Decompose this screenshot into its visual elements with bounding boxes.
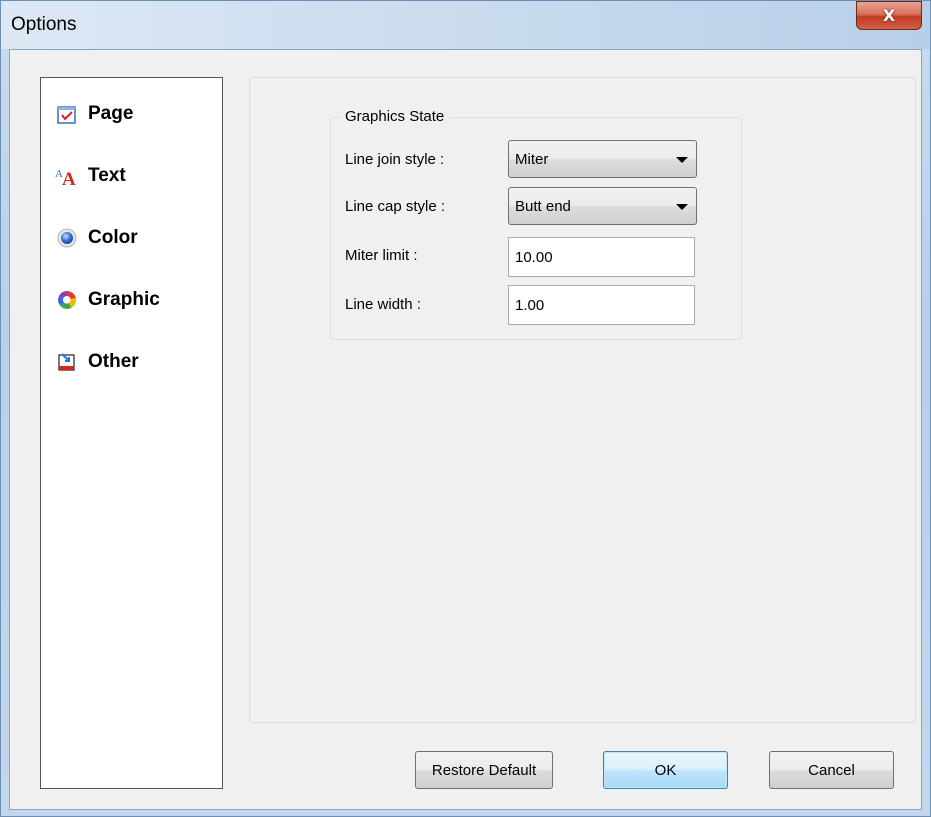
color-icon xyxy=(55,226,79,250)
window-title: Options xyxy=(11,14,77,35)
line-cap-select[interactable]: Butt end xyxy=(508,187,697,225)
graphic-icon xyxy=(55,288,79,312)
category-list: Page A A Text Color Graphic Other xyxy=(40,77,223,789)
page-icon xyxy=(55,102,79,126)
sidebar-item-label: Graphic xyxy=(88,289,160,310)
sidebar-item-page[interactable]: Page xyxy=(55,100,133,128)
line-join-value: Miter xyxy=(515,151,549,168)
sidebar-item-label: Text xyxy=(88,165,126,186)
text-icon: A A xyxy=(55,164,79,188)
miter-limit-label: Miter limit : xyxy=(345,247,418,264)
line-join-label: Line join style : xyxy=(345,151,445,168)
options-dialog: Options X Page A A Text Color Graphic Ot… xyxy=(0,0,931,817)
text-icon-large-glyph: A xyxy=(62,169,76,187)
chevron-down-icon xyxy=(676,204,688,210)
sidebar-item-label: Other xyxy=(88,351,139,372)
line-join-select[interactable]: Miter xyxy=(508,140,697,178)
sidebar-item-label: Page xyxy=(88,103,134,124)
line-width-label: Line width : xyxy=(345,296,421,313)
close-icon: X xyxy=(882,6,896,25)
sidebar-item-graphic[interactable]: Graphic xyxy=(55,286,160,314)
ok-button[interactable]: OK xyxy=(603,751,728,789)
restore-default-button[interactable]: Restore Default xyxy=(415,751,553,789)
graphics-state-group: Graphics State Line join style : Miter L… xyxy=(330,108,742,340)
sidebar-item-text[interactable]: A A Text xyxy=(55,162,126,190)
group-title: Graphics State xyxy=(340,108,450,125)
settings-panel: Graphics State Line join style : Miter L… xyxy=(249,77,916,723)
sidebar-item-label: Color xyxy=(88,227,138,248)
miter-limit-input[interactable] xyxy=(509,238,694,276)
line-cap-label: Line cap style : xyxy=(345,198,446,215)
other-icon xyxy=(55,350,79,374)
dialog-client-area: Page A A Text Color Graphic Other Graphi… xyxy=(9,49,922,810)
title-bar[interactable]: Options X xyxy=(1,1,930,49)
line-width-input[interactable] xyxy=(509,286,694,324)
close-button[interactable]: X xyxy=(856,1,922,30)
chevron-down-icon xyxy=(676,157,688,163)
sidebar-item-other[interactable]: Other xyxy=(55,348,139,376)
sidebar-item-color[interactable]: Color xyxy=(55,224,138,252)
line-cap-value: Butt end xyxy=(515,198,571,215)
cancel-button[interactable]: Cancel xyxy=(769,751,894,789)
miter-limit-field[interactable] xyxy=(508,237,695,277)
line-width-field[interactable] xyxy=(508,285,695,325)
